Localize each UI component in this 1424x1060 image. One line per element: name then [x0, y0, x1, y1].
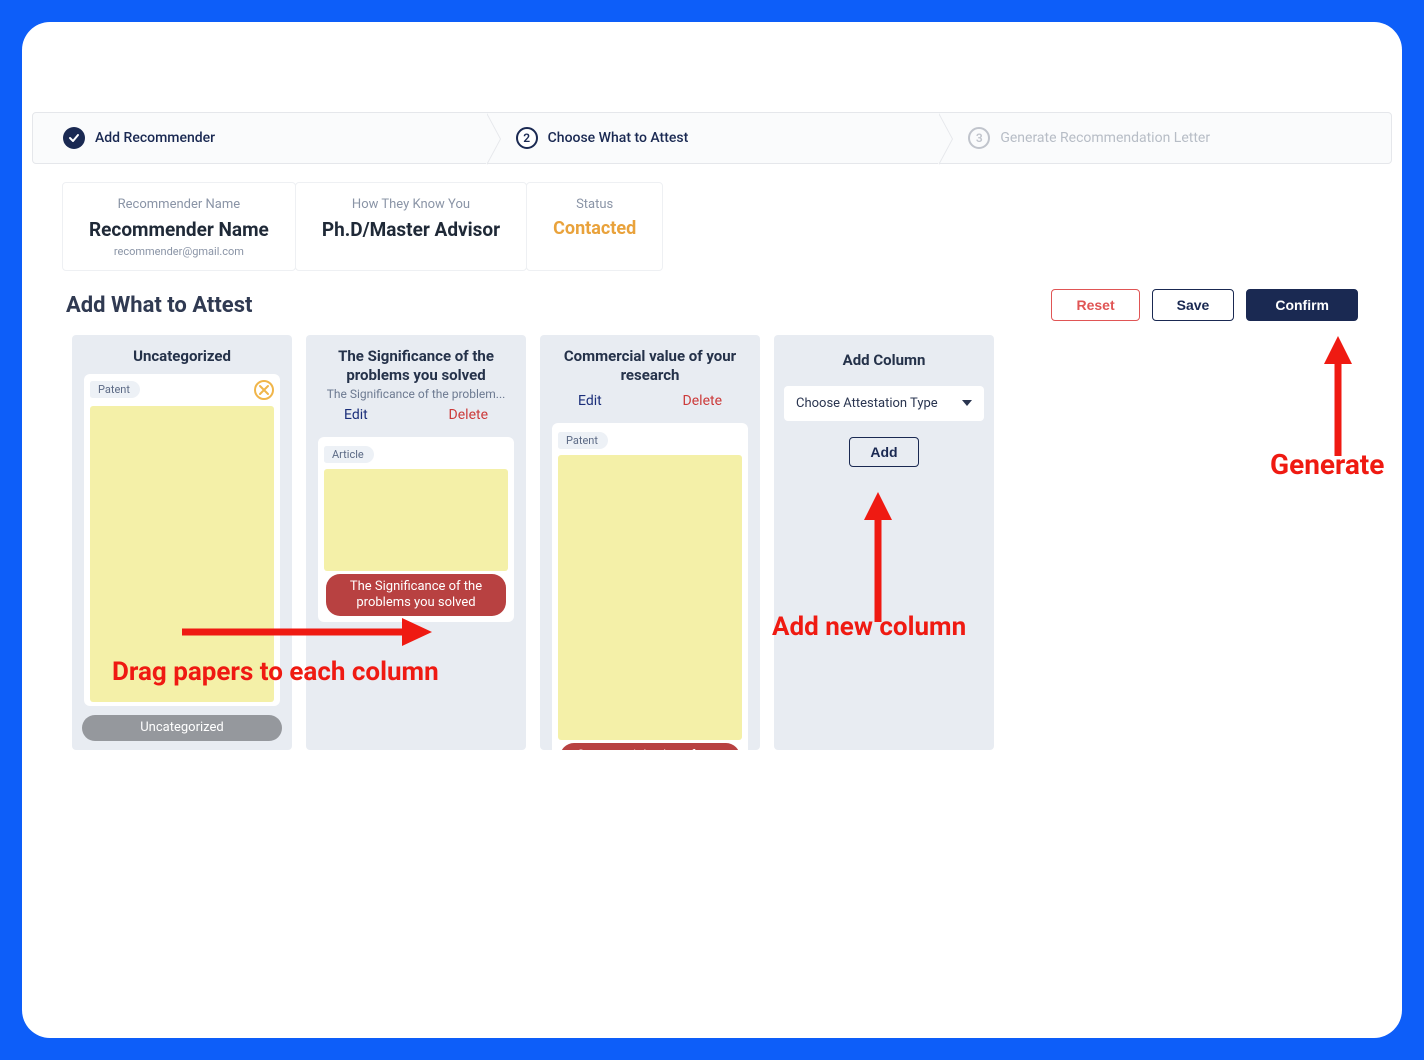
save-button[interactable]: Save	[1152, 289, 1235, 321]
paper-card[interactable]: Patent Commercial value of your research	[552, 423, 748, 751]
app-window: Add Recommender 2 Choose What to Attest …	[22, 22, 1402, 1038]
column-title: The Significance of the problems you sol…	[314, 347, 518, 385]
column-title: Uncategorized	[80, 347, 284, 366]
step-add-recommender[interactable]: Add Recommender	[33, 113, 486, 163]
step-number-icon: 2	[516, 127, 538, 149]
add-column-button[interactable]: Add	[849, 437, 918, 467]
stepper: Add Recommender 2 Choose What to Attest …	[32, 112, 1392, 164]
recommender-info-row: Recommender Name Recommender Name recomm…	[62, 182, 1392, 271]
select-value: Choose Attestation Type	[796, 396, 938, 411]
column-significance[interactable]: The Significance of the problems you sol…	[306, 335, 526, 750]
step-choose-attest[interactable]: 2 Choose What to Attest	[486, 113, 939, 163]
recommender-name-card: Recommender Name Recommender Name recomm…	[62, 182, 296, 271]
delete-column-link[interactable]: Delete	[449, 407, 488, 423]
check-icon	[63, 127, 85, 149]
delete-column-link[interactable]: Delete	[683, 393, 722, 409]
step-label: Generate Recommendation Letter	[1000, 130, 1210, 146]
caret-down-icon	[962, 400, 972, 406]
confirm-button[interactable]: Confirm	[1246, 289, 1358, 321]
edit-column-link[interactable]: Edit	[578, 393, 602, 409]
status-badge: Contacted	[553, 218, 636, 239]
attest-header: Add What to Attest Reset Save Confirm	[66, 289, 1358, 321]
field-label: Status	[553, 197, 636, 212]
action-buttons: Reset Save Confirm	[1051, 289, 1358, 321]
step-number-icon: 3	[968, 127, 990, 149]
step-label: Add Recommender	[95, 130, 215, 146]
edit-column-link[interactable]: Edit	[344, 407, 368, 423]
how-know-value: Ph.D/Master Advisor	[322, 218, 500, 241]
attest-columns: Uncategorized Uncategorized items will b…	[72, 335, 1358, 750]
field-label: How They Know You	[322, 197, 500, 212]
column-commercial-value[interactable]: Commercial value of your research Commer…	[540, 335, 760, 750]
how-know-card: How They Know You Ph.D/Master Advisor	[295, 182, 527, 271]
paper-preview	[324, 469, 508, 571]
paper-preview	[90, 406, 274, 702]
remove-paper-icon[interactable]	[254, 380, 274, 400]
column-subtitle: The Significance of the problem...	[314, 387, 518, 401]
paper-preview	[558, 455, 742, 740]
field-label: Recommender Name	[89, 197, 269, 212]
recommender-email: recommender@gmail.com	[89, 245, 269, 258]
status-card: Status Contacted	[526, 182, 663, 271]
paper-type-tag: Patent	[90, 381, 140, 398]
reset-button[interactable]: Reset	[1051, 289, 1139, 321]
column-add-new: Add Column Choose Attestation Type Add	[774, 335, 994, 750]
step-generate-letter[interactable]: 3 Generate Recommendation Letter	[938, 113, 1391, 163]
column-title: Commercial value of your research	[548, 347, 752, 385]
recommender-name: Recommender Name	[89, 218, 269, 241]
paper-type-tag: Patent	[558, 432, 608, 449]
paper-type-tag: Article	[324, 446, 374, 463]
paper-card[interactable]: Article The Significance of the problems…	[318, 437, 514, 623]
paper-attestation-pill: The Significance of the problems you sol…	[326, 574, 506, 617]
column-uncategorized[interactable]: Uncategorized Uncategorized items will b…	[72, 335, 292, 750]
column-footer-pill: Uncategorized	[82, 715, 282, 741]
paper-card[interactable]: Patent	[84, 374, 280, 706]
column-title: Add Column	[782, 351, 986, 370]
paper-attestation-pill: Commercial value of your research	[560, 743, 740, 751]
attestation-type-select[interactable]: Choose Attestation Type	[784, 386, 984, 421]
step-label: Choose What to Attest	[548, 130, 689, 146]
section-title: Add What to Attest	[66, 293, 252, 318]
